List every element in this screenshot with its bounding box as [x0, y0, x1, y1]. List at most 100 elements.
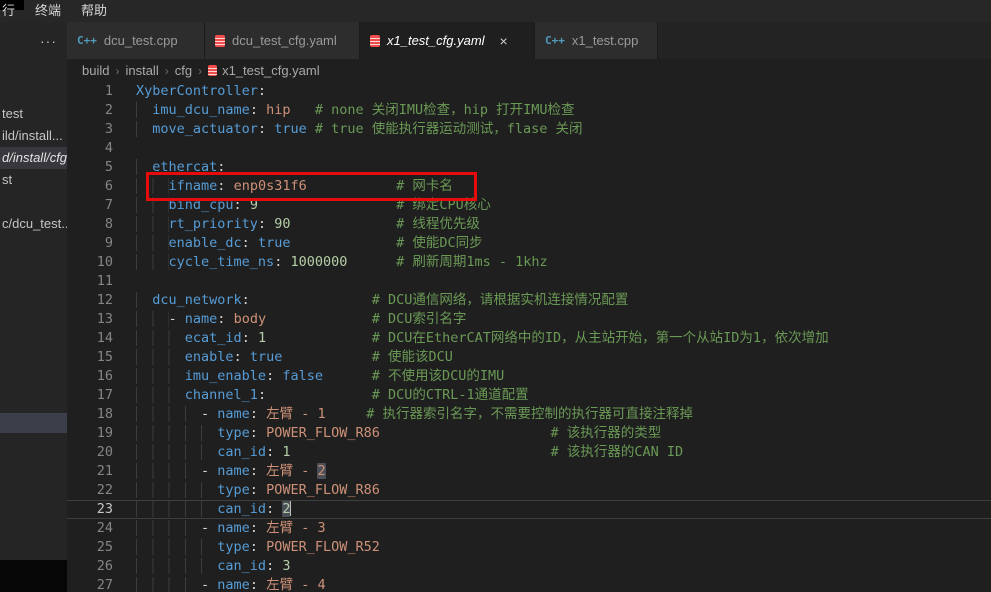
code-token: [136, 311, 169, 327]
code-line[interactable]: 22 type: POWER_FLOW_R86: [67, 481, 991, 500]
comment-text: # 使能该DCU: [372, 349, 453, 365]
code-line[interactable]: 14 ecat_id: 1 # DCU在EtherCAT网络中的ID，从主站开始…: [67, 329, 991, 348]
line-number: 24: [67, 519, 113, 538]
more-actions-icon[interactable]: ···: [40, 33, 67, 49]
code-line[interactable]: 7 bind_cpu: 9 # 绑定CPU核心: [67, 196, 991, 215]
code-line[interactable]: 3 move_actuator: true # true 使能执行器运动测试，f…: [67, 120, 991, 139]
breadcrumb-item-cfg[interactable]: cfg: [175, 63, 192, 78]
menu-item-终端[interactable]: 终端: [25, 0, 71, 22]
code-line[interactable]: 5 ethercat:: [67, 158, 991, 177]
code-line[interactable]: 6 ifname: enp0s31f6 # 网卡名: [67, 177, 991, 196]
code-token: type: [217, 425, 250, 441]
sidebar-header: ···: [0, 22, 67, 59]
code-token: [136, 558, 217, 574]
line-number: 14: [67, 329, 113, 348]
code-token: true: [250, 349, 283, 365]
line-number: 27: [67, 576, 113, 592]
code-token: :: [258, 83, 266, 99]
code-token: 1: [258, 330, 266, 346]
code-line[interactable]: 8 rt_priority: 90 # 线程优先级: [67, 215, 991, 234]
code-token: :: [258, 216, 274, 232]
code-line[interactable]: 17 channel_1: # DCU的CTRL-1通道配置: [67, 386, 991, 405]
line-number: 26: [67, 557, 113, 576]
sidebar-item[interactable]: test: [0, 103, 67, 125]
yaml-file-icon: [208, 65, 217, 76]
code-line[interactable]: 9 enable_dc: true # 使能DC同步: [67, 234, 991, 253]
tab-x1_test_cfg.yaml[interactable]: x1_test_cfg.yaml×: [360, 22, 535, 59]
comment-text: # 该执行器的CAN ID: [551, 444, 684, 460]
menu-item-行[interactable]: 行: [0, 0, 25, 22]
code-token: 2: [317, 463, 325, 479]
code-token: [258, 197, 396, 213]
code-area[interactable]: 1XyberController:2 imu_dcu_name: hip # n…: [67, 82, 991, 592]
sidebar-item[interactable]: st: [0, 169, 67, 191]
code-line[interactable]: 24 - name: 左臂 - 3: [67, 519, 991, 538]
sidebar-item[interactable]: [0, 191, 67, 213]
code-token: [266, 330, 372, 346]
sidebar-item[interactable]: d/install/cfg: [0, 147, 67, 169]
code-token: [136, 178, 169, 194]
line-content: [113, 272, 136, 291]
cpp-file-icon: C++: [545, 34, 565, 47]
comment-text: # 网卡名: [396, 178, 453, 194]
code-line[interactable]: 2 imu_dcu_name: hip # none 关闭IMU检查，hip 打…: [67, 101, 991, 120]
menu-bar: 行终端帮助: [0, 0, 991, 22]
code-line[interactable]: 13 - name: body # DCU索引名字: [67, 310, 991, 329]
code-token: :: [242, 330, 258, 346]
code-line[interactable]: 27 - name: 左臂 - 4: [67, 576, 991, 592]
line-content: cycle_time_ns: 1000000 # 刷新周期1ms - 1khz: [113, 253, 548, 272]
line-content: imu_dcu_name: hip # none 关闭IMU检查，hip 打开I…: [113, 101, 575, 120]
code-token: imu_enable: [185, 368, 266, 384]
breadcrumb-item-install[interactable]: install: [125, 63, 158, 78]
code-token: [307, 178, 396, 194]
code-line[interactable]: 23 can_id: 2: [67, 500, 991, 519]
code-token: [282, 349, 371, 365]
code-line[interactable]: 10 cycle_time_ns: 1000000 # 刷新周期1ms - 1k…: [67, 253, 991, 272]
code-line[interactable]: 18 - name: 左臂 - 1 # 执行器索引名字，不需要控制的执行器可直接…: [67, 405, 991, 424]
code-line[interactable]: 19 type: POWER_FLOW_R86 # 该执行器的类型: [67, 424, 991, 443]
comment-text: # 刷新周期1ms - 1khz: [396, 254, 548, 270]
sidebar-item[interactable]: ild/install...: [0, 125, 67, 147]
breadcrumb-item-build[interactable]: build: [82, 63, 109, 78]
code-token: channel_1: [185, 387, 258, 403]
code-token: imu_dcu_name: [152, 102, 250, 118]
code-token: :: [250, 577, 266, 592]
menu-item-帮助[interactable]: 帮助: [71, 0, 117, 22]
line-content: ecat_id: 1 # DCU在EtherCAT网络中的ID，从主站开始，第一…: [113, 329, 829, 348]
code-line[interactable]: 25 type: POWER_FLOW_R52: [67, 538, 991, 557]
code-token: :: [266, 501, 282, 517]
line-number: 6: [67, 177, 113, 196]
comment-text: # DCU在EtherCAT网络中的ID，从主站开始，第一个从站ID为1，依次增…: [372, 330, 829, 346]
tab-dcu_test_cfg.yaml[interactable]: dcu_test_cfg.yaml: [205, 22, 360, 59]
line-content: ifname: enp0s31f6 # 网卡名: [113, 177, 453, 196]
code-token: [136, 254, 169, 270]
chevron-right-icon: ›: [165, 64, 169, 78]
code-line[interactable]: 15 enable: true # 使能该DCU: [67, 348, 991, 367]
code-token: :: [258, 121, 274, 137]
tab-dcu_test.cpp[interactable]: C++dcu_test.cpp: [67, 22, 205, 59]
line-content: can_id: 3: [113, 557, 290, 576]
line-content: XyberController:: [113, 82, 266, 101]
comment-text: # 绑定CPU核心: [396, 197, 491, 213]
sidebar-selected-band[interactable]: [0, 413, 67, 433]
code-line[interactable]: 26 can_id: 3: [67, 557, 991, 576]
code-line[interactable]: 12 dcu_network: # DCU通信网络，请根据实机连接情况配置: [67, 291, 991, 310]
code-line[interactable]: 11: [67, 272, 991, 291]
code-token: rt_priority: [169, 216, 258, 232]
comment-text: # 不使用该DCU的IMU: [372, 368, 505, 384]
code-line[interactable]: 21 - name: 左臂 - 2: [67, 462, 991, 481]
breadcrumb-file[interactable]: x1_test_cfg.yaml: [208, 63, 320, 78]
code-token: :: [217, 311, 233, 327]
line-number: 4: [67, 139, 113, 158]
code-token: true: [274, 121, 307, 137]
code-line[interactable]: 4: [67, 139, 991, 158]
close-icon[interactable]: ×: [500, 34, 508, 48]
tab-x1_test.cpp[interactable]: C++x1_test.cpp: [535, 22, 658, 59]
code-token: [136, 102, 152, 118]
code-line[interactable]: 16 imu_enable: false # 不使用该DCU的IMU: [67, 367, 991, 386]
code-token: true: [258, 235, 291, 251]
code-line[interactable]: 1XyberController:: [67, 82, 991, 101]
code-token: [136, 425, 217, 441]
code-line[interactable]: 20 can_id: 1 # 该执行器的CAN ID: [67, 443, 991, 462]
sidebar-item[interactable]: c/dcu_test...: [0, 213, 67, 235]
